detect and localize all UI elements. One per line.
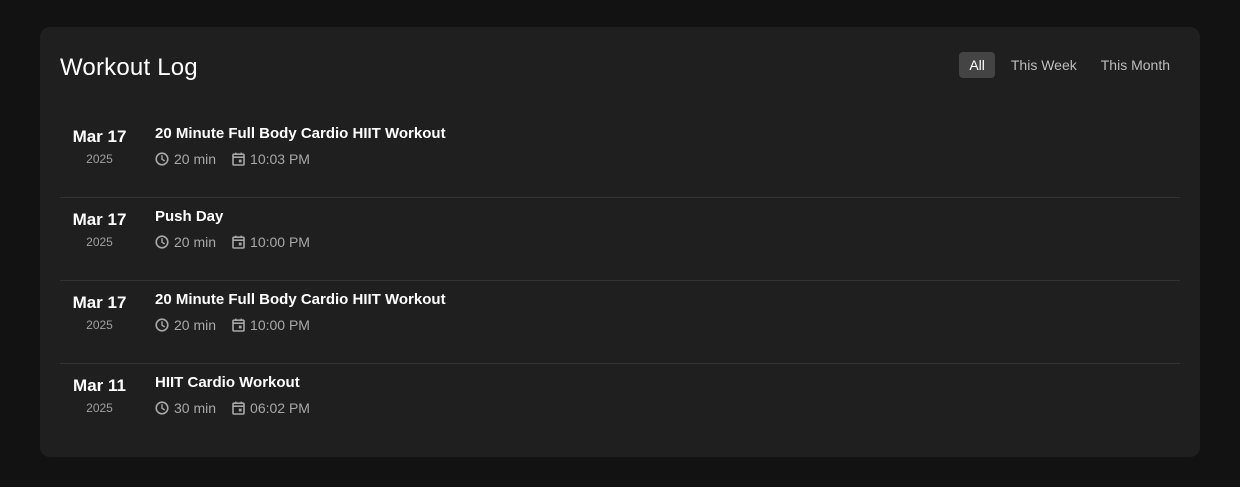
filter-this-week-button[interactable]: This Week	[1003, 52, 1085, 78]
workout-title[interactable]: 20 Minute Full Body Cardio HIIT Workout	[155, 125, 446, 143]
workout-time: 06:02 PM	[232, 400, 310, 416]
workout-duration: 20 min	[155, 317, 216, 333]
clock-icon	[155, 318, 169, 332]
workout-time: 10:03 PM	[232, 151, 310, 167]
workout-date-day: Mar 11	[73, 376, 126, 395]
workout-date: Mar 17 2025	[60, 281, 139, 332]
workout-info: 20 Minute Full Body Cardio HIIT Workout …	[155, 281, 446, 333]
filter-group: All This Week This Month	[959, 52, 1178, 78]
workout-row[interactable]: Mar 11 2025 HIIT Cardio Workout 30 min 0…	[60, 364, 1180, 447]
workout-row[interactable]: Mar 17 2025 20 Minute Full Body Cardio H…	[60, 115, 1180, 198]
clock-icon	[155, 401, 169, 415]
workout-info: 20 Minute Full Body Cardio HIIT Workout …	[155, 115, 446, 167]
workout-title[interactable]: HIIT Cardio Workout	[155, 374, 326, 392]
workout-meta: 20 min 10:00 PM	[155, 317, 446, 333]
workout-info: Push Day 20 min 10:00 PM	[155, 198, 326, 250]
workout-list: Mar 17 2025 20 Minute Full Body Cardio H…	[60, 115, 1180, 447]
workout-title[interactable]: Push Day	[155, 208, 326, 226]
workout-title[interactable]: 20 Minute Full Body Cardio HIIT Workout	[155, 291, 446, 309]
workout-duration: 20 min	[155, 151, 216, 167]
filter-all-button[interactable]: All	[959, 52, 995, 78]
workout-date: Mar 11 2025	[60, 364, 139, 415]
workout-date-day: Mar 17	[72, 127, 127, 146]
workout-date-year: 2025	[86, 235, 113, 249]
filter-this-month-button[interactable]: This Month	[1093, 52, 1178, 78]
workout-duration-value: 20 min	[174, 151, 217, 167]
calendar-icon	[232, 318, 245, 332]
workout-duration: 30 min	[155, 400, 216, 416]
clock-icon	[155, 235, 169, 249]
workout-time: 10:00 PM	[232, 317, 310, 333]
workout-date-day: Mar 17	[72, 293, 127, 312]
workout-duration-value: 20 min	[174, 234, 217, 250]
workout-row[interactable]: Mar 17 2025 20 Minute Full Body Cardio H…	[60, 281, 1180, 364]
workout-time: 10:00 PM	[232, 234, 310, 250]
workout-duration: 20 min	[155, 234, 216, 250]
workout-time-value: 10:00 PM	[250, 234, 310, 250]
clock-icon	[155, 152, 169, 166]
workout-date: Mar 17 2025	[60, 115, 139, 166]
workout-duration-value: 30 min	[174, 400, 217, 416]
workout-meta: 20 min 10:03 PM	[155, 151, 446, 167]
calendar-icon	[232, 152, 245, 166]
workout-info: HIIT Cardio Workout 30 min 06:02 PM	[155, 364, 326, 416]
workout-date-year: 2025	[86, 401, 113, 415]
workout-date: Mar 17 2025	[60, 198, 139, 249]
workout-date-year: 2025	[86, 152, 113, 166]
workout-row[interactable]: Mar 17 2025 Push Day 20 min 10:00 PM	[60, 198, 1180, 281]
card-header: Workout Log All This Week This Month	[60, 52, 1180, 83]
workout-time-value: 10:03 PM	[250, 151, 310, 167]
workout-time-value: 06:02 PM	[250, 400, 310, 416]
workout-meta: 30 min 06:02 PM	[155, 400, 326, 416]
workout-meta: 20 min 10:00 PM	[155, 234, 326, 250]
calendar-icon	[232, 401, 245, 415]
workout-log-card: Workout Log All This Week This Month Mar…	[40, 27, 1200, 457]
workout-time-value: 10:00 PM	[250, 317, 310, 333]
workout-date-year: 2025	[86, 318, 113, 332]
workout-duration-value: 20 min	[174, 317, 217, 333]
workout-date-day: Mar 17	[72, 210, 127, 229]
calendar-icon	[232, 235, 245, 249]
page-title: Workout Log	[60, 54, 198, 81]
